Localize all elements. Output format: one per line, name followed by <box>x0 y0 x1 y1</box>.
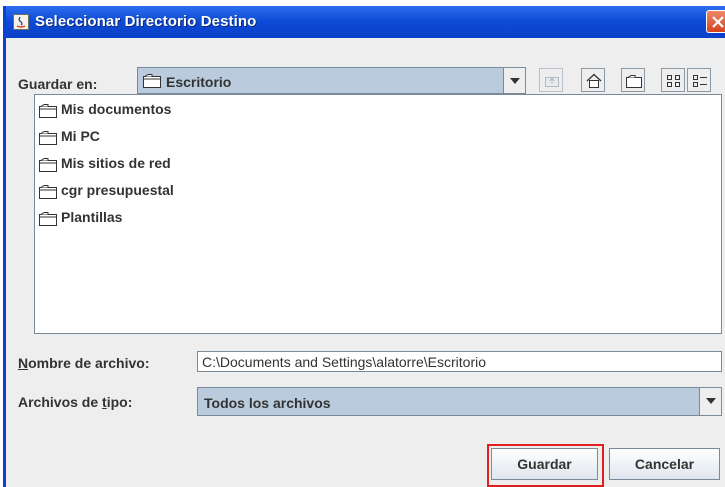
cancel-button[interactable]: Cancelar <box>609 448 720 480</box>
home-button[interactable] <box>581 68 605 92</box>
window-title: Seleccionar Directorio Destino <box>35 13 257 30</box>
home-icon <box>586 73 602 88</box>
file-list[interactable]: Mis documentos Mi PC Mis sitios de red cgr … <box>34 94 722 334</box>
filename-input[interactable] <box>202 352 717 371</box>
new-folder-icon <box>626 75 642 88</box>
close-button[interactable] <box>706 10 725 33</box>
up-folder-button[interactable] <box>539 68 563 92</box>
new-folder-button[interactable] <box>621 68 645 92</box>
filename-field[interactable] <box>197 351 722 372</box>
title-bar[interactable]: Seleccionar Directorio Destino <box>6 6 725 38</box>
filetype-value: Todos los archivos <box>204 395 331 411</box>
folder-icon <box>143 74 161 93</box>
look-in-label: Guardar en: <box>18 76 98 92</box>
close-icon <box>712 16 724 28</box>
save-button-highlight <box>487 444 604 487</box>
look-in-combo[interactable]: Escritorio <box>137 67 526 94</box>
filename-label: Nombre de archivo: <box>18 355 150 371</box>
list-item-label: Mis documentos <box>61 101 172 117</box>
folder-icon <box>39 158 57 177</box>
java-icon <box>13 14 29 30</box>
list-item-label: Plantillas <box>61 209 123 225</box>
folder-icon <box>39 104 57 123</box>
filetype-label: Archivos de tipo: <box>18 394 132 410</box>
folder-icon <box>39 212 57 231</box>
list-view-icon <box>667 75 680 87</box>
folder-icon <box>39 185 57 204</box>
details-view-icon <box>693 75 707 87</box>
file-chooser-dialog: Seleccionar Directorio Destino Guardar e… <box>3 6 725 487</box>
look-in-value: Escritorio <box>166 74 232 90</box>
filename-label-mnemonic: N <box>18 355 29 371</box>
filetype-combo[interactable]: Todos los archivos <box>197 387 722 416</box>
filename-label-text: ombre de archivo: <box>28 355 150 371</box>
list-item-label: Mis sitios de red <box>61 155 171 171</box>
up-folder-icon <box>545 77 559 87</box>
filetype-label-start: Archivos de <box>18 394 103 410</box>
list-view-button[interactable] <box>661 68 685 92</box>
filetype-label-end: ipo: <box>106 394 133 410</box>
list-item-label: cgr presupuestal <box>61 182 174 198</box>
filetype-chevron-down-icon[interactable] <box>699 388 721 415</box>
list-item-label: Mi PC <box>61 128 100 144</box>
chevron-down-icon[interactable] <box>503 68 525 93</box>
folder-icon <box>39 131 57 150</box>
details-view-button[interactable] <box>687 68 711 92</box>
